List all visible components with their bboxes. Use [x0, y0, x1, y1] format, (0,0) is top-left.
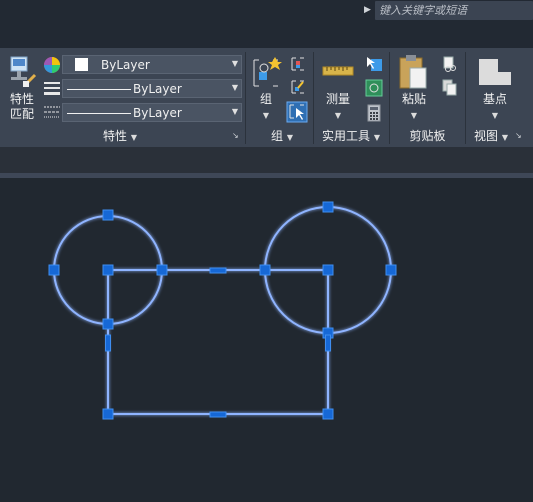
- color-value: ByLayer: [101, 58, 150, 72]
- panel-launcher-icon[interactable]: ↘: [515, 131, 523, 141]
- chevron-down-icon: ▼: [262, 111, 270, 120]
- grip[interactable]: [48, 264, 60, 276]
- chevron-down-icon: ▼: [491, 111, 499, 120]
- panel-launcher-icon[interactable]: ↘: [232, 131, 240, 141]
- calculator-icon[interactable]: [367, 104, 381, 122]
- chevron-down-icon: ▼: [501, 133, 508, 142]
- lineweight-icon: [44, 82, 60, 95]
- grip[interactable]: [102, 209, 114, 221]
- group-selection-icon[interactable]: [286, 101, 308, 123]
- utilities-panel-title[interactable]: 实用工具 ▼: [316, 128, 386, 145]
- lineweight-dropdown[interactable]: ByLayer ▼: [62, 103, 242, 122]
- match-properties-line1: 特性: [9, 92, 34, 106]
- group-button-label: 组: [259, 92, 272, 106]
- search-expand-icon[interactable]: ▶: [364, 4, 372, 16]
- group-panel-title[interactable]: 组 ▼: [262, 128, 302, 145]
- chevron-down-icon: ▼: [334, 111, 342, 120]
- copy-icon[interactable]: [442, 79, 458, 97]
- group-panel-title-text: 组: [271, 129, 284, 143]
- view-panel-title-text: 视图: [474, 129, 499, 143]
- paste-button[interactable]: 粘贴 ▼: [398, 92, 430, 121]
- group-button[interactable]: 组 ▼: [255, 92, 277, 121]
- match-properties-line2: 匹配: [9, 107, 34, 121]
- grip[interactable]: [322, 264, 334, 276]
- chevron-down-icon: ▼: [286, 133, 293, 142]
- chevron-down-icon: ▼: [130, 133, 137, 142]
- panel-divider: [245, 52, 246, 144]
- properties-panel-title[interactable]: 特性 ▼: [80, 128, 160, 145]
- ruler-icon: [322, 66, 354, 76]
- linetype-value: ByLayer: [133, 82, 182, 96]
- chevron-down-icon: ▼: [410, 111, 418, 120]
- match-properties-label[interactable]: 特性 匹配: [6, 92, 38, 122]
- lineweight-value: ByLayer: [133, 106, 182, 120]
- color-wheel-icon: [44, 57, 60, 73]
- utilities-panel-title-text: 实用工具: [322, 129, 371, 143]
- ungroup-icon[interactable]: [290, 56, 306, 72]
- grip[interactable]: [259, 264, 271, 276]
- match-properties-button[interactable]: [4, 55, 38, 94]
- paste-button-label: 粘贴: [401, 92, 426, 106]
- panel-divider: [389, 52, 390, 144]
- grip[interactable]: [322, 408, 334, 420]
- linetype-icon: [44, 106, 60, 118]
- group-icon[interactable]: [250, 56, 282, 90]
- measure-button[interactable]: 测量 ▼: [322, 92, 354, 121]
- grip[interactable]: [385, 264, 397, 276]
- paste-icon: [399, 55, 427, 89]
- chevron-down-icon: ▼: [373, 133, 380, 142]
- midpoint-grip[interactable]: [105, 334, 111, 352]
- grip[interactable]: [102, 264, 114, 276]
- linetype-preview: [67, 89, 131, 90]
- match-properties-icon: [10, 56, 37, 87]
- measure-button-label: 测量: [325, 92, 350, 106]
- color-dropdown[interactable]: ByLayer ▼: [62, 55, 242, 74]
- grip[interactable]: [102, 408, 114, 420]
- basepoint-button-label: 基点: [482, 92, 507, 106]
- midpoint-grip[interactable]: [325, 334, 331, 352]
- group-edit-icon[interactable]: [290, 79, 306, 95]
- basepoint-icon: [479, 59, 511, 85]
- drawing-canvas[interactable]: [0, 178, 533, 502]
- select-similar-icon[interactable]: [365, 79, 383, 97]
- grip[interactable]: [102, 318, 114, 330]
- basepoint-button[interactable]: 基点 ▼: [478, 92, 512, 121]
- view-panel-title[interactable]: 视图 ▼: [466, 128, 516, 145]
- search-input[interactable]: 键入关键字或短语: [379, 3, 529, 18]
- lineweight-preview: [67, 113, 131, 114]
- chevron-down-icon: ▼: [231, 107, 238, 116]
- chevron-down-icon: ▼: [231, 83, 238, 92]
- chevron-down-icon: ▼: [231, 59, 238, 68]
- midpoint-grip[interactable]: [209, 411, 227, 418]
- linetype-dropdown[interactable]: ByLayer ▼: [62, 79, 242, 98]
- ribbon-collapsed-area: [0, 147, 533, 173]
- clipboard-panel-title: 剪贴板: [400, 128, 455, 145]
- rectangle[interactable]: [107, 269, 329, 415]
- quick-select-icon[interactable]: [365, 56, 383, 72]
- cut-icon[interactable]: [442, 56, 458, 72]
- clipboard-panel-title-text: 剪贴板: [409, 129, 446, 143]
- grip[interactable]: [322, 201, 334, 213]
- grip[interactable]: [156, 264, 168, 276]
- properties-panel-title-text: 特性: [103, 129, 128, 143]
- color-swatch: [75, 58, 88, 71]
- midpoint-grip[interactable]: [209, 267, 227, 274]
- panel-divider: [313, 52, 314, 144]
